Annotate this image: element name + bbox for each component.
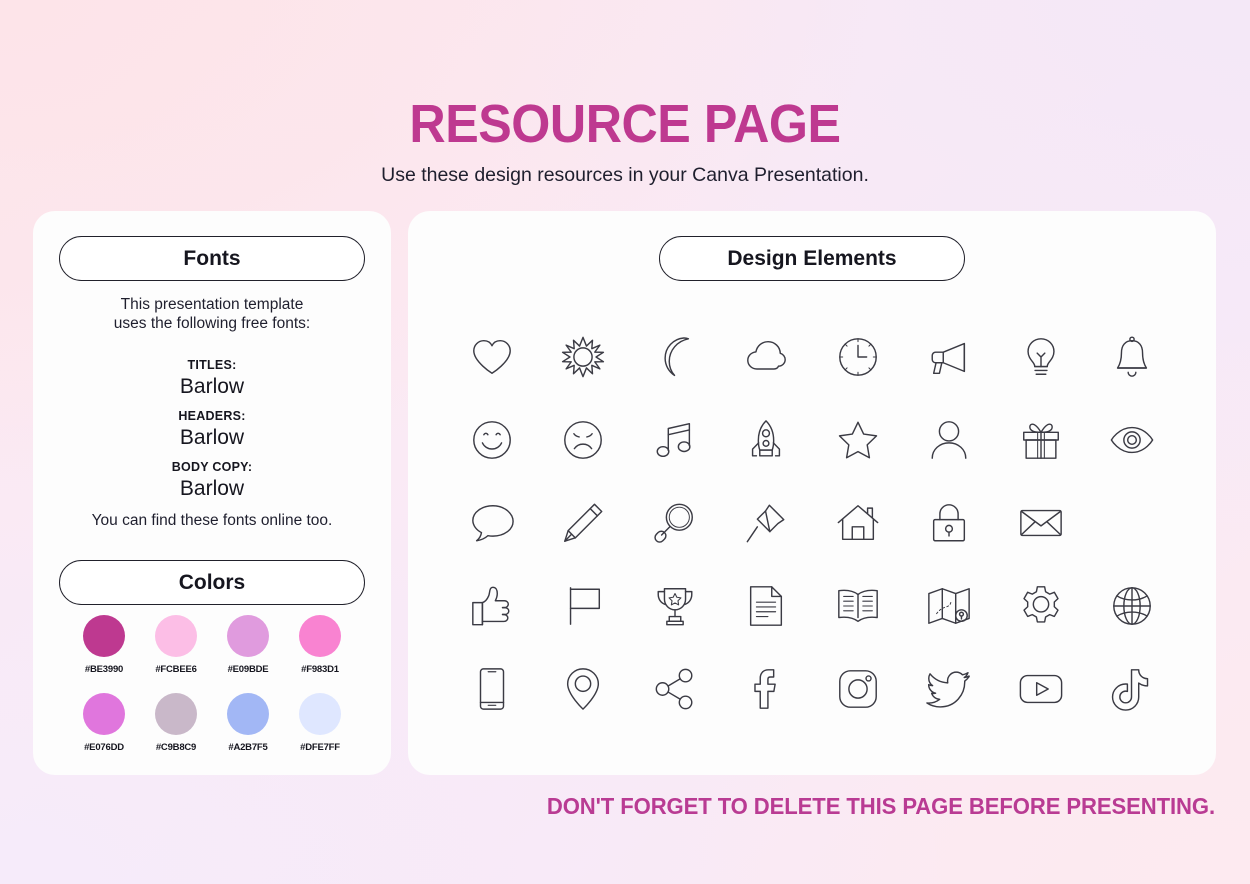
share-icon[interactable] bbox=[629, 647, 721, 730]
font-entry-titles-label: TITLES: bbox=[187, 358, 237, 372]
icon-row bbox=[446, 481, 1178, 564]
color-swatch-dot bbox=[155, 615, 197, 657]
color-swatch-dot bbox=[299, 615, 341, 657]
twitter-icon[interactable] bbox=[904, 647, 996, 730]
trophy-icon[interactable] bbox=[629, 564, 721, 647]
magnifier-icon[interactable] bbox=[629, 481, 721, 564]
color-swatch-hex: #E09BDE bbox=[227, 664, 269, 675]
person-icon[interactable] bbox=[904, 398, 996, 481]
house-icon[interactable] bbox=[812, 481, 904, 564]
book-icon[interactable] bbox=[812, 564, 904, 647]
phone-icon[interactable] bbox=[446, 647, 538, 730]
color-swatch: #F983D1 bbox=[292, 615, 349, 675]
eye-icon[interactable] bbox=[1087, 398, 1179, 481]
lock-icon[interactable] bbox=[904, 481, 996, 564]
smiley-face-icon[interactable] bbox=[446, 398, 538, 481]
color-swatch-dot bbox=[83, 615, 125, 657]
youtube-icon[interactable] bbox=[995, 647, 1087, 730]
fonts-section-label: Fonts bbox=[183, 246, 241, 270]
page-subtitle: Use these design resources in your Canva… bbox=[381, 164, 869, 186]
tiktok-icon[interactable] bbox=[1087, 647, 1179, 730]
color-swatch: #E076DD bbox=[76, 693, 133, 753]
color-swatch-dot bbox=[227, 615, 269, 657]
font-entry-body-copy-label: BODY COPY: bbox=[171, 460, 253, 474]
fonts-intro-line-2: uses the following free fonts: bbox=[113, 315, 311, 332]
envelope-icon[interactable] bbox=[995, 481, 1087, 564]
design-elements-section-header: Design Elements bbox=[659, 236, 965, 281]
color-swatch-row: #BE3990 #FCBEE6 #E09BDE #F983D1 bbox=[59, 615, 365, 675]
fonts-colors-panel: Fonts This presentation template uses th… bbox=[33, 211, 391, 775]
color-swatch-hex: #E076DD bbox=[84, 742, 124, 753]
color-swatch: #C9B8C9 bbox=[148, 693, 205, 753]
cloud-icon[interactable] bbox=[721, 315, 813, 398]
color-swatch-grid: #BE3990 #FCBEE6 #E09BDE #F983D1 #E076DD … bbox=[59, 615, 365, 753]
icon-row bbox=[446, 647, 1178, 730]
icon-row bbox=[446, 564, 1178, 647]
sun-icon[interactable] bbox=[538, 315, 630, 398]
color-swatch-hex: #F983D1 bbox=[301, 664, 339, 675]
color-swatch-hex: #DFE7FF bbox=[300, 742, 340, 753]
color-swatch: #A2B7F5 bbox=[220, 693, 277, 753]
delete-page-warning: DON'T FORGET TO DELETE THIS PAGE BEFORE … bbox=[546, 793, 1215, 819]
color-swatch-hex: #FCBEE6 bbox=[155, 664, 197, 675]
font-entry-headers: HEADERS: Barlow bbox=[33, 409, 391, 451]
design-elements-section-label: Design Elements bbox=[727, 246, 897, 270]
fonts-section-header: Fonts bbox=[59, 236, 365, 281]
color-swatch-dot bbox=[299, 693, 341, 735]
clock-icon[interactable] bbox=[812, 315, 904, 398]
color-swatch: #DFE7FF bbox=[292, 693, 349, 753]
font-entry-body-copy-value: Barlow bbox=[179, 477, 245, 500]
gift-icon[interactable] bbox=[995, 398, 1087, 481]
location-pin-icon[interactable] bbox=[538, 647, 630, 730]
music-note-icon[interactable] bbox=[629, 398, 721, 481]
document-icon[interactable] bbox=[721, 564, 813, 647]
moon-icon[interactable] bbox=[629, 315, 721, 398]
instagram-icon[interactable] bbox=[812, 647, 904, 730]
globe-icon[interactable] bbox=[1087, 564, 1179, 647]
color-swatch-hex: #BE3990 bbox=[84, 664, 124, 675]
icon-grid bbox=[446, 315, 1178, 730]
colors-section-label: Colors bbox=[178, 570, 246, 594]
font-entry-titles-value: Barlow bbox=[179, 375, 245, 398]
thumbs-up-icon[interactable] bbox=[446, 564, 538, 647]
map-icon[interactable] bbox=[904, 564, 996, 647]
font-entry-headers-value: Barlow bbox=[179, 426, 245, 449]
color-swatch-dot bbox=[227, 693, 269, 735]
colors-section-header: Colors bbox=[59, 560, 365, 605]
bell-icon[interactable] bbox=[1087, 315, 1179, 398]
sad-face-icon[interactable] bbox=[538, 398, 630, 481]
color-swatch-hex: #A2B7F5 bbox=[228, 742, 268, 753]
color-swatch: #FCBEE6 bbox=[148, 615, 205, 675]
speech-bubble-icon[interactable] bbox=[446, 481, 538, 564]
pushpin-icon[interactable] bbox=[721, 481, 813, 564]
color-swatch-dot bbox=[83, 693, 125, 735]
color-swatch: #E09BDE bbox=[220, 615, 277, 675]
facebook-icon[interactable] bbox=[721, 647, 813, 730]
font-entry-headers-label: HEADERS: bbox=[178, 409, 246, 423]
fonts-outro-text: You can find these fonts online too. bbox=[91, 512, 333, 529]
slide-canvas: RESOURCE PAGE Use these design resources… bbox=[0, 0, 1250, 884]
megaphone-icon[interactable] bbox=[904, 315, 996, 398]
color-swatch-dot bbox=[155, 693, 197, 735]
heart-icon[interactable] bbox=[446, 315, 538, 398]
fonts-intro-text: This presentation template uses the foll… bbox=[33, 295, 391, 333]
gear-icon[interactable] bbox=[995, 564, 1087, 647]
color-swatch-row: #E076DD #C9B8C9 #A2B7F5 #DFE7FF bbox=[59, 693, 365, 753]
color-swatch-hex: #C9B8C9 bbox=[155, 742, 197, 753]
icon-row bbox=[446, 398, 1178, 481]
font-entry-titles: TITLES: Barlow bbox=[33, 358, 391, 400]
page-title: RESOURCE PAGE bbox=[409, 94, 841, 154]
flag-icon[interactable] bbox=[538, 564, 630, 647]
lightbulb-icon[interactable] bbox=[995, 315, 1087, 398]
font-entry-body-copy: BODY COPY: Barlow bbox=[33, 460, 391, 502]
fonts-intro-line-1: This presentation template bbox=[120, 296, 304, 313]
star-icon[interactable] bbox=[812, 398, 904, 481]
color-swatch: #BE3990 bbox=[76, 615, 133, 675]
icon-row bbox=[446, 315, 1178, 398]
design-elements-panel: Design Elements bbox=[408, 211, 1216, 775]
pencil-icon[interactable] bbox=[538, 481, 630, 564]
rocket-icon[interactable] bbox=[721, 398, 813, 481]
